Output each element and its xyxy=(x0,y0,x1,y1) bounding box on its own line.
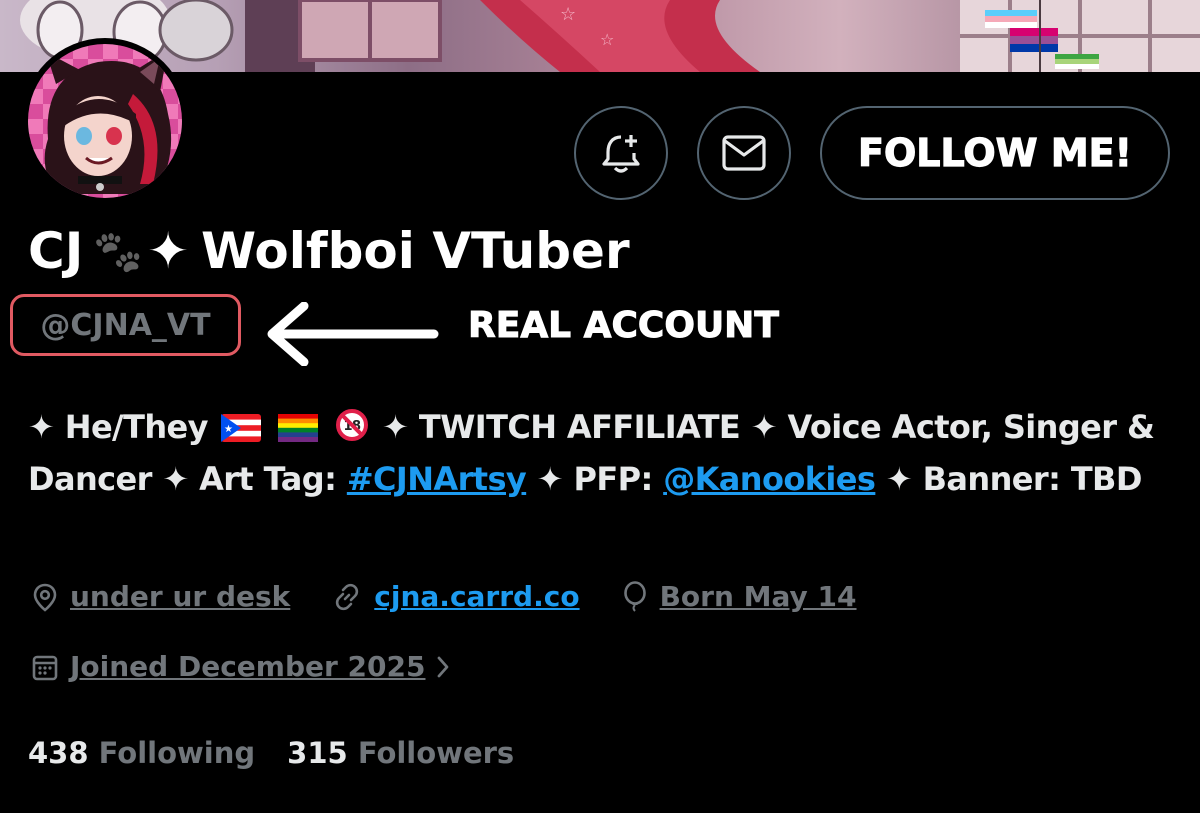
following-label: Following xyxy=(98,736,256,770)
following-count: 438 xyxy=(28,736,89,770)
svg-text:☆: ☆ xyxy=(600,30,614,49)
rainbow-flag-icon xyxy=(278,414,319,442)
avatar-image xyxy=(28,44,182,198)
name-prefix: CJ xyxy=(28,222,84,280)
followers-stat[interactable]: 315 Followers xyxy=(287,736,514,770)
website-item: cjna.carrd.co xyxy=(332,580,580,613)
follow-stats: 438 Following 315 Followers xyxy=(28,736,546,770)
location-item: under ur desk xyxy=(32,580,290,613)
location-pin-icon xyxy=(33,583,57,612)
name-suffix: Wolfboi VTuber xyxy=(201,222,630,280)
bell-plus-icon xyxy=(602,135,640,173)
balloon-icon xyxy=(623,580,646,612)
sparkle-icon: ✦ xyxy=(147,222,190,280)
notify-button[interactable] xyxy=(574,106,668,200)
bio: ✦ He/They ★ 18 ✦ TWITCH AFFILIATE ✦ Voic… xyxy=(28,401,1178,505)
avatar[interactable] xyxy=(22,38,188,204)
handle-highlight-box: @CJNA_VT xyxy=(10,294,241,356)
joined-row[interactable]: Joined December 2025 xyxy=(32,650,463,683)
birthday-item: Born May 14 xyxy=(622,580,857,613)
followers-count: 315 xyxy=(287,736,348,770)
puerto-rico-flag-icon: ★ xyxy=(221,414,262,442)
envelope-icon xyxy=(722,135,766,171)
display-name: CJ 🐾 ✦ Wolfboi VTuber xyxy=(28,222,630,280)
arrow-left-icon xyxy=(267,302,439,366)
bio-pronouns: He/They xyxy=(64,408,209,446)
link-icon xyxy=(336,583,359,610)
handle: @CJNA_VT xyxy=(40,307,211,343)
svg-text:★: ★ xyxy=(224,424,233,435)
joined-item[interactable]: Joined December 2025 xyxy=(32,650,463,683)
paw-prints-icon: 🐾 xyxy=(93,228,144,275)
real-account-annotation: REAL ACCOUNT xyxy=(468,305,780,347)
bio-text-banner: ✦ Banner: TBD xyxy=(885,460,1143,498)
location-text: under ur desk xyxy=(70,580,291,613)
calendar-icon xyxy=(32,655,58,680)
art-tag-link[interactable]: #CJNArtsy xyxy=(347,460,527,498)
no-under-18-icon: 18 xyxy=(335,409,368,441)
website-link[interactable]: cjna.carrd.co xyxy=(374,580,579,613)
svg-text:☆: ☆ xyxy=(560,4,576,25)
follow-button[interactable]: FOLLOW ME! xyxy=(820,106,1170,200)
joined-text[interactable]: Joined December 2025 xyxy=(70,650,425,683)
following-stat[interactable]: 438 Following xyxy=(28,736,255,770)
pfp-handle-link[interactable]: @Kanookies xyxy=(663,460,876,498)
bio-sparkle: ✦ xyxy=(28,408,55,446)
message-button[interactable] xyxy=(697,106,791,200)
bio-text-pfp: ✦ PFP: xyxy=(536,460,654,498)
followers-label: Followers xyxy=(357,736,515,770)
chevron-right-icon xyxy=(438,656,449,677)
profile-meta-row: under ur desk cjna.carrd.co Born May 14 xyxy=(32,580,899,613)
birthday-text: Born May 14 xyxy=(659,580,857,613)
